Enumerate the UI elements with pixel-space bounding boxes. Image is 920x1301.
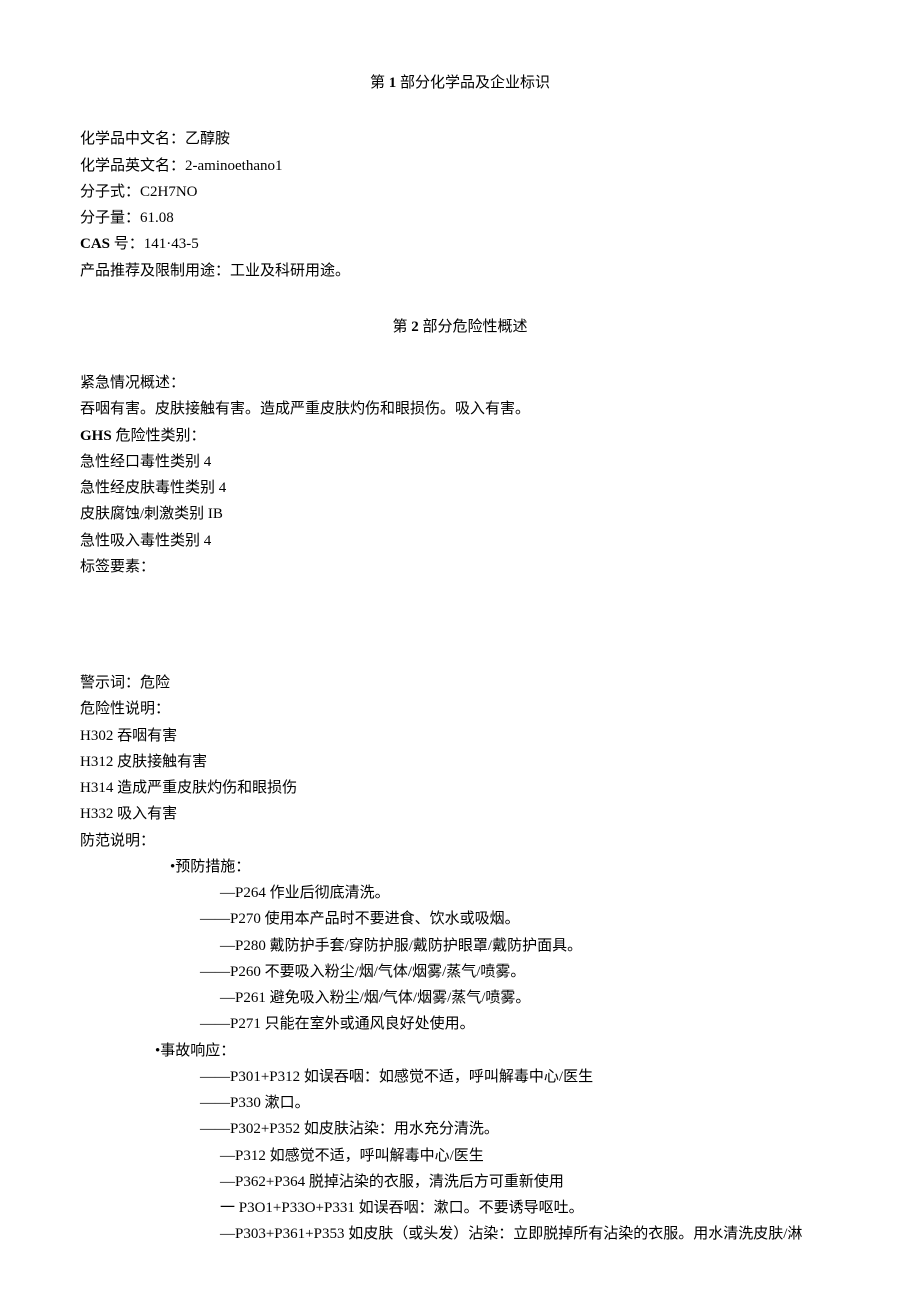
p312: —P312 如感觉不适，呼叫解毒中心/医生 — [80, 1143, 840, 1169]
p271: ——P271 只能在室外或通风良好处使用。 — [80, 1011, 840, 1037]
v-name-cn: 乙醇胺 — [185, 131, 230, 147]
ghs-label: GHS 危险性类别： — [80, 423, 840, 449]
cas-number: CAS 号：141·43-5 — [80, 231, 840, 257]
molecular-weight: 分子量：61.08 — [80, 205, 840, 231]
s2-suffix: 部分危险性概述 — [419, 319, 528, 335]
v-mw: 61.08 — [140, 210, 174, 226]
v-name-en: 2-aminoethano1 — [185, 158, 282, 174]
l-name-en: 化学品英文名： — [80, 158, 185, 174]
product-use: 产品推荐及限制用途：工业及科研用途。 — [80, 258, 840, 284]
s2-num: 2 — [411, 319, 419, 335]
ghs-cat-1: 急性经口毒性类别 4 — [80, 449, 840, 475]
p330: ——P330 漱口。 — [80, 1090, 840, 1116]
s1-prefix: 第 — [370, 75, 389, 91]
p260: ——P260 不要吸入粉尘/烟/气体/烟雾/蒸气/喷雾。 — [80, 959, 840, 985]
emergency-label: 紧急情况概述： — [80, 370, 840, 396]
p270: ——P270 使用本产品时不要进食、饮水或吸烟。 — [80, 906, 840, 932]
p301-312: ——P301+P312 如误吞咽：如感觉不适，呼叫解毒中心/医生 — [80, 1064, 840, 1090]
pictogram-placeholder — [80, 580, 840, 670]
h312: H312 皮肤接触有害 — [80, 749, 840, 775]
section-2-title: 第 2 部分危险性概述 — [80, 314, 840, 340]
l-use: 产品推荐及限制用途： — [80, 263, 230, 279]
l-cas-bold: CAS — [80, 236, 110, 252]
p302-352: ——P302+P352 如皮肤沾染：用水充分清洗。 — [80, 1116, 840, 1142]
precaution-label: 防范说明： — [80, 828, 840, 854]
h314: H314 造成严重皮肤灼伤和眼损伤 — [80, 775, 840, 801]
label-elements: 标签要素： — [80, 554, 840, 580]
emergency-text: 吞咽有害。皮肤接触有害。造成严重皮肤灼伤和眼损伤。吸入有害。 — [80, 396, 840, 422]
v-formula: C2H7NO — [140, 184, 198, 200]
chem-name-cn: 化学品中文名：乙醇胺 — [80, 126, 840, 152]
l-cas2: 号： — [110, 236, 144, 252]
l-mw: 分子量： — [80, 210, 140, 226]
v-use: 工业及科研用途。 — [230, 263, 350, 279]
prevention-header: •预防措施： — [80, 854, 840, 880]
hazard-statement-label: 危险性说明： — [80, 696, 840, 722]
l-signal: 警示词： — [80, 675, 140, 691]
response-header: •事故响应： — [80, 1038, 840, 1064]
ghs-cat-4: 急性吸入毒性类别 4 — [80, 528, 840, 554]
signal-word: 警示词：危险 — [80, 670, 840, 696]
h332: H332 吸入有害 — [80, 801, 840, 827]
p261: —P261 避免吸入粉尘/烟/气体/烟雾/蒸气/喷雾。 — [80, 985, 840, 1011]
v-signal: 危险 — [140, 675, 170, 691]
p362-364: —P362+P364 脱掉沾染的衣服，清洗后方可重新使用 — [80, 1169, 840, 1195]
p264: —P264 作业后彻底清洗。 — [80, 880, 840, 906]
p280: —P280 戴防护手套/穿防护服/戴防护眼罩/戴防护面具。 — [80, 933, 840, 959]
section-1-title: 第 1 部分化学品及企业标识 — [80, 70, 840, 96]
formula: 分子式：C2H7NO — [80, 179, 840, 205]
p301-330-331: 一 P3O1+P33O+P331 如误吞咽：漱口。不要诱导呕吐。 — [80, 1195, 840, 1221]
chem-name-en: 化学品英文名：2-aminoethano1 — [80, 153, 840, 179]
s1-suffix: 部分化学品及企业标识 — [396, 75, 550, 91]
s2-prefix: 第 — [392, 319, 411, 335]
h302: H302 吞咽有害 — [80, 723, 840, 749]
l-formula: 分子式： — [80, 184, 140, 200]
p303-361-353: —P303+P361+P353 如皮肤（或头发）沾染：立即脱掉所有沾染的衣服。用… — [80, 1221, 840, 1247]
ghs-bold: GHS — [80, 428, 112, 444]
ghs-rest: 危险性类别： — [112, 428, 206, 444]
ghs-cat-2: 急性经皮肤毒性类别 4 — [80, 475, 840, 501]
l-name-cn: 化学品中文名： — [80, 131, 185, 147]
ghs-cat-3: 皮肤腐蚀/刺激类别 IB — [80, 501, 840, 527]
v-cas: 141·43-5 — [144, 236, 199, 252]
